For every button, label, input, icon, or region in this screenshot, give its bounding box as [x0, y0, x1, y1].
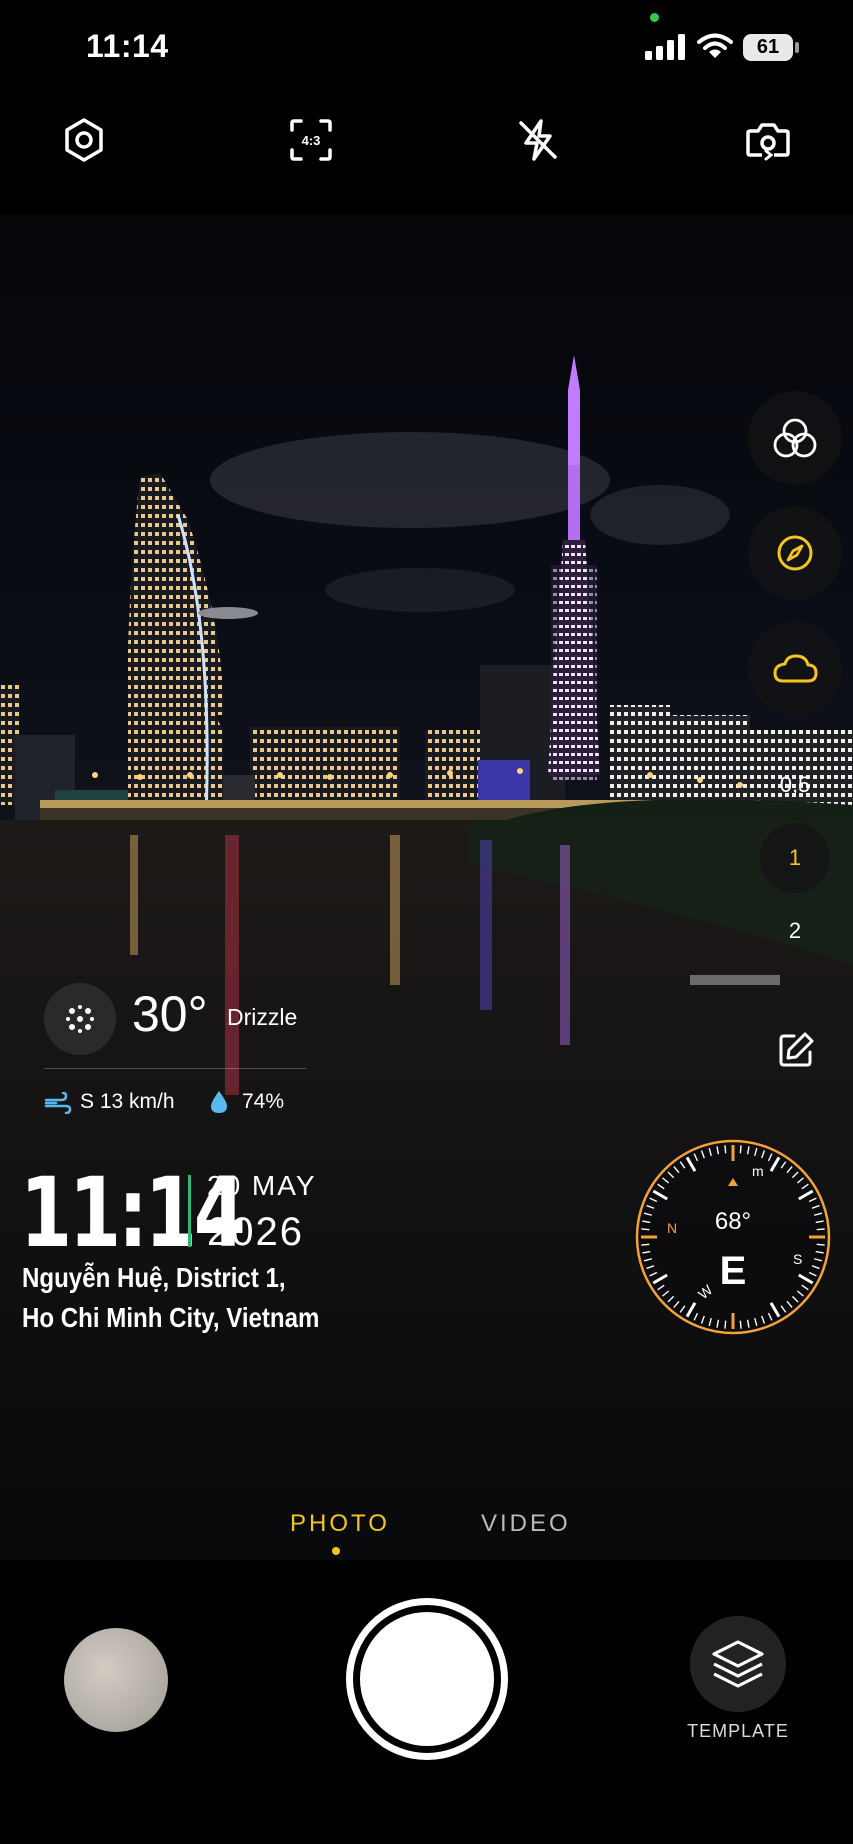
- compass-direction: E: [719, 1249, 747, 1293]
- wind-speed: S 13 km/h: [80, 1090, 175, 1113]
- zoom-2x-button[interactable]: 2: [760, 896, 830, 966]
- flash-toggle-button[interactable]: [508, 110, 568, 170]
- weather-condition-badge: [44, 983, 116, 1055]
- zoom-0-5-button[interactable]: 0,5: [760, 750, 830, 820]
- stamp-address-line-2: Ho Chi Minh City, Vietnam: [22, 1302, 320, 1333]
- temperature: 30°: [132, 986, 208, 1042]
- template-label: TEMPLATE: [687, 1721, 789, 1741]
- humidity: 74%: [242, 1090, 285, 1113]
- signal-icon: [645, 34, 685, 60]
- aspect-ratio-button[interactable]: 4:3: [281, 110, 341, 170]
- aspect-ratio-label: 4:3: [301, 132, 321, 148]
- stamp-divider: [188, 1175, 191, 1247]
- compass-tick: [739, 1320, 742, 1329]
- battery-indicator: 61: [743, 34, 793, 61]
- compass-icon: [777, 535, 813, 571]
- compass-m-label: m: [752, 1163, 764, 1179]
- flash-off-icon: [519, 119, 557, 161]
- wifi-icon: [697, 33, 733, 58]
- compass-dial: N S W m: [635, 1139, 831, 1335]
- battery-tip: [795, 42, 799, 53]
- wind-icon: [44, 1092, 72, 1114]
- weather-divider: [44, 1068, 306, 1069]
- cloud-icon: [773, 654, 818, 683]
- switch-camera-button[interactable]: [738, 110, 798, 170]
- drizzle-icon: [66, 1005, 94, 1033]
- mode-video-tab[interactable]: VIDEO: [481, 1510, 571, 1538]
- compass-tick: [641, 1243, 650, 1246]
- shutter-button-inner[interactable]: [360, 1612, 494, 1746]
- edit-stamp-button[interactable]: [774, 1028, 818, 1072]
- compass-tick: [739, 1145, 742, 1154]
- settings-hexagon-icon: [65, 118, 103, 162]
- settings-button[interactable]: [54, 110, 114, 170]
- weather-toggle-button[interactable]: [748, 621, 842, 715]
- switch-camera-icon: [746, 123, 790, 161]
- city-night-scene: [0, 355, 853, 1560]
- gallery-thumbnail[interactable]: [64, 1628, 168, 1732]
- compass-tick: [816, 1243, 825, 1246]
- weather-condition: Drizzle: [227, 1004, 298, 1030]
- template-button[interactable]: [690, 1616, 786, 1712]
- humidity-drop-icon: [211, 1091, 227, 1113]
- compass-degrees: 68°: [714, 1208, 752, 1235]
- privacy-indicator: [650, 13, 659, 22]
- stamp-year: 2026: [207, 1210, 304, 1254]
- status-time: 11:14: [86, 28, 169, 64]
- edit-icon: [779, 1032, 814, 1067]
- filters-circles-icon: [773, 418, 817, 458]
- compass-tick: [724, 1320, 727, 1329]
- stamp-day-month: 20 MAY: [207, 1170, 317, 1201]
- stamp-address-line-1: Nguyễn Huệ, District 1,: [22, 1262, 286, 1293]
- compass-toggle-button[interactable]: [748, 506, 842, 600]
- mode-photo-tab[interactable]: PHOTO: [290, 1510, 390, 1538]
- compass-tick: [724, 1145, 727, 1154]
- zoom-1x-button[interactable]: 1: [760, 823, 830, 893]
- active-mode-indicator: [332, 1547, 340, 1555]
- filters-button[interactable]: [748, 391, 842, 485]
- camera-viewfinder[interactable]: [0, 215, 853, 1560]
- layers-icon: [712, 1640, 764, 1688]
